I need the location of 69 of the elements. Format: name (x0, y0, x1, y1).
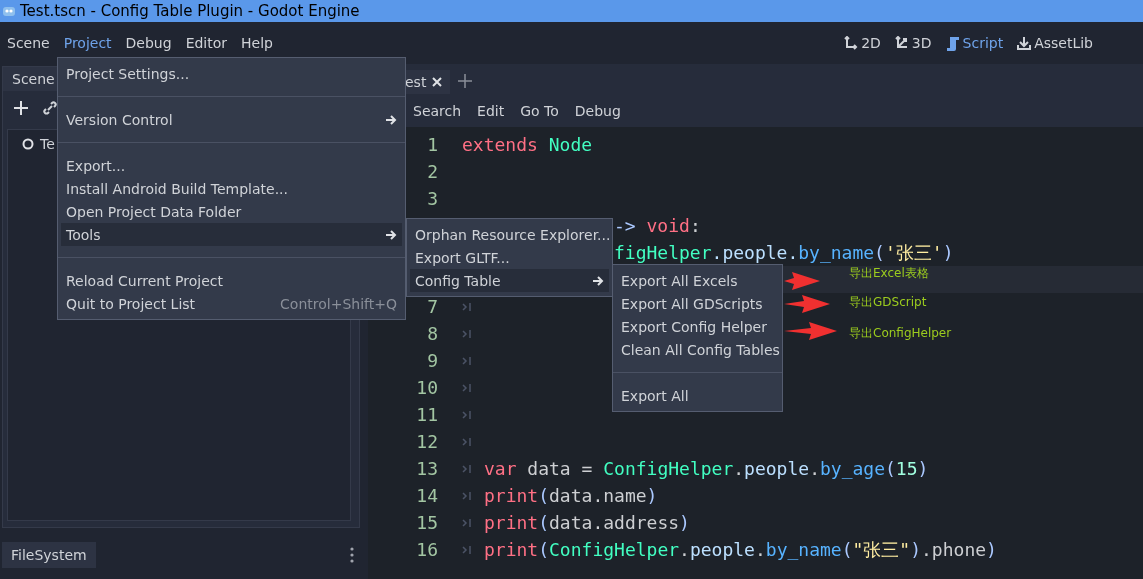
annotation-text: 导出GDScript (849, 294, 927, 311)
window-title: Test.tscn - Config Table Plugin - Godot Engine (20, 2, 360, 20)
menu-bar-item[interactable]: Editor (178, 35, 235, 51)
arrow-right-icon (592, 274, 604, 287)
line-number: 14 (415, 485, 438, 506)
line-number: 16 (415, 539, 438, 560)
code-line: var data = ConfigHelper.people.by_age(15) (484, 458, 929, 479)
menu-item[interactable]: Open Project Data Folder (61, 200, 402, 223)
script-menu-item[interactable]: Edit (469, 102, 513, 119)
workspace-button[interactable]: 2D (844, 35, 881, 51)
code-line: print(data.name) (484, 485, 658, 506)
menu-item[interactable]: Export All GDScripts (616, 292, 779, 315)
menu-item[interactable]: Reload Current Project (61, 269, 402, 292)
code-line: print(ConfigHelper.people.by_name("张三").phone) (484, 537, 997, 562)
menu-bar-item[interactable]: Debug (118, 35, 179, 51)
script-menu-item[interactable]: Go To (512, 102, 567, 119)
script-tab[interactable]: est (405, 70, 451, 94)
workspace-button[interactable]: 3D (894, 35, 932, 51)
menu-item[interactable]: Config Table (410, 269, 609, 292)
line-number: 12 (415, 431, 438, 452)
annotation-text: 导出Excel表格 (849, 265, 929, 282)
axes-icon (894, 36, 909, 50)
menu-bar-item[interactable]: Scene (0, 35, 57, 51)
line-number: 2 (426, 161, 438, 182)
tree-item[interactable]: Te (40, 136, 55, 152)
menu-item[interactable]: Orphan Resource Explorer... (410, 223, 609, 246)
code-line: figHelper.people.by_name('张三') (614, 240, 954, 265)
script-menu-item[interactable]: Debug (566, 102, 629, 119)
line-number: 15 (415, 512, 438, 533)
menu-item[interactable]: Project Settings... (61, 62, 402, 85)
menu-item[interactable]: Export... (61, 154, 402, 177)
line-number: 11 (415, 404, 438, 425)
menu-item[interactable]: Export GLTF... (410, 246, 609, 269)
menu-item[interactable]: Export All Excels (616, 269, 779, 292)
menu-bar-item[interactable]: Help (234, 35, 280, 51)
code-line: extends Node (462, 134, 593, 155)
script-menu-item[interactable]: Search (405, 102, 470, 119)
dock-tab[interactable]: FileSystem (2, 542, 96, 568)
menu-item[interactable]: Quit to Project List Control+Shift+Q (61, 292, 402, 315)
download-icon (1017, 36, 1032, 50)
menu-item[interactable]: Clean All Config Tables (616, 338, 779, 361)
menu-item[interactable]: Tools (61, 223, 402, 246)
link-icon[interactable] (43, 101, 57, 115)
line-number: 1 (426, 134, 438, 155)
line-number: 13 (415, 458, 438, 479)
close-icon[interactable] (432, 77, 443, 87)
line-number: 3 (426, 188, 438, 209)
line-number: 8 (426, 323, 438, 344)
menu-item[interactable]: Export All (616, 384, 779, 407)
arrow (784, 272, 820, 290)
annotation-text: 导出ConfigHelper (849, 325, 952, 342)
menu-item[interactable]: Version Control (61, 108, 402, 131)
arrow-right-icon (385, 228, 397, 241)
axis-icon (844, 36, 859, 50)
arrow-right-icon (385, 113, 397, 126)
menu-item[interactable]: Export Config Helper (616, 315, 779, 338)
workspace-button[interactable]: Script (945, 35, 1004, 51)
robot-icon (2, 5, 16, 17)
workspace-button[interactable]: AssetLib (1017, 35, 1093, 51)
code-line: print(data.address) (484, 512, 690, 533)
line-number: 10 (415, 377, 438, 398)
circle-icon (22, 138, 34, 150)
scroll-icon (945, 35, 960, 51)
code-line: -> void: (614, 215, 701, 236)
line-number: 9 (426, 350, 438, 371)
menu-item[interactable]: Install Android Build Template... (61, 177, 402, 200)
arrow (784, 295, 830, 313)
menu-bar-item[interactable]: Project (56, 35, 119, 51)
more-icon[interactable] (350, 547, 354, 563)
